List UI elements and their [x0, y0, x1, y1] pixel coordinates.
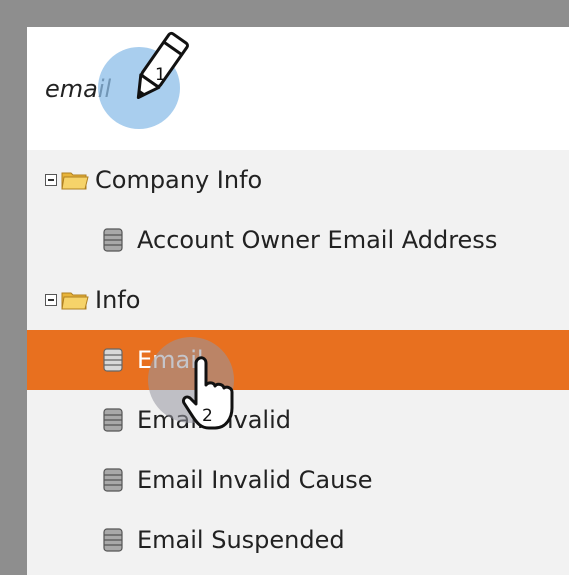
collapse-minus-icon[interactable] — [45, 294, 57, 306]
tree-folder-label: Company Info — [95, 166, 263, 194]
database-icon — [103, 468, 123, 492]
database-icon — [103, 228, 123, 252]
tree-field-email-invalid[interactable]: Email Invalid — [27, 390, 569, 450]
step-1-number: 1 — [155, 65, 166, 85]
tree-field-label: Account Owner Email Address — [137, 226, 498, 254]
tree-folder-info[interactable]: Info — [27, 270, 569, 330]
tree-field-email-suspended[interactable]: Email Suspended — [27, 510, 569, 570]
tree-field-email[interactable]: Email — [27, 330, 569, 390]
collapse-minus-icon[interactable] — [45, 174, 57, 186]
tree-folder-label: Info — [95, 286, 141, 314]
tree-field-label: Email Invalid Cause — [137, 466, 373, 494]
database-icon — [103, 348, 123, 372]
database-icon — [103, 528, 123, 552]
step-2-number: 2 — [202, 406, 213, 426]
tree-folder-company-info[interactable]: Company Info — [27, 150, 569, 210]
field-tree: Company Info Account Owner Email Address… — [27, 150, 569, 575]
database-icon — [103, 408, 123, 432]
folder-icon — [61, 292, 89, 310]
tree-field-label: Email Suspended — [137, 526, 345, 554]
folder-icon — [61, 172, 89, 190]
pencil-icon: 1 — [136, 31, 189, 99]
hand-cursor-icon: 2 — [182, 356, 234, 430]
tree-field-account-owner-email-address[interactable]: Account Owner Email Address — [27, 210, 569, 270]
tree-field-email-invalid-cause[interactable]: Email Invalid Cause — [27, 450, 569, 510]
